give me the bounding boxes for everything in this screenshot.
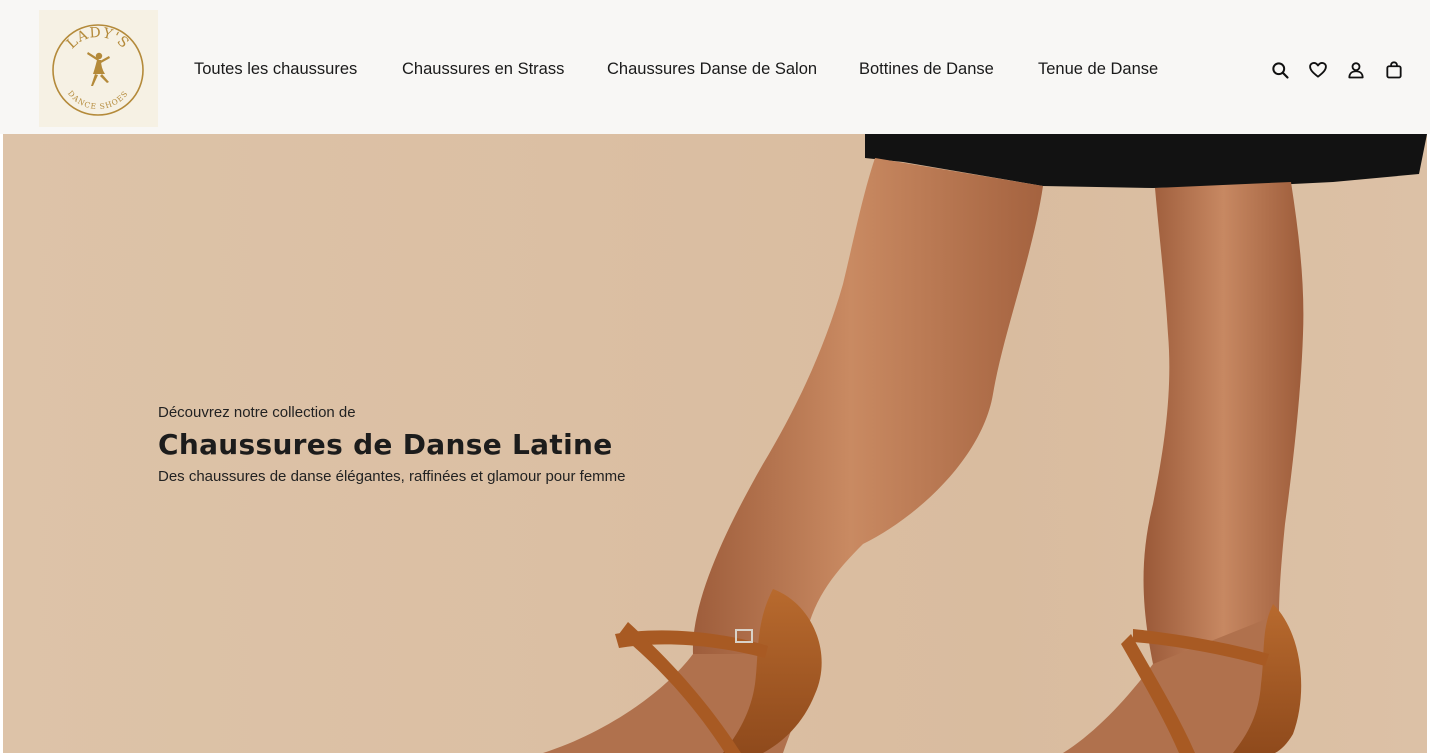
logo-text-bottom: DANCE SHOES — [66, 89, 129, 111]
nav-item-dancewear[interactable]: Tenue de Danse — [1038, 58, 1158, 80]
hero-subtitle: Des chaussures de danse élégantes, raffi… — [158, 468, 626, 485]
hero-banner: Découvrez notre collection de Chaussures… — [3, 134, 1427, 753]
hero-eyebrow: Découvrez notre collection de — [158, 404, 356, 421]
hero-title: Chaussures de Danse Latine — [158, 428, 613, 461]
hero-copy: Découvrez notre collection de Chaussures… — [158, 404, 758, 486]
header-actions — [1268, 58, 1408, 82]
nav-item-ballroom-shoes[interactable]: Chaussures Danse de Salon — [607, 58, 817, 80]
nav-item-dance-boots[interactable]: Bottines de Danse — [859, 58, 994, 80]
heart-icon[interactable] — [1306, 58, 1330, 82]
logo-text-top: LADY'S — [64, 25, 132, 52]
nav-item-rhinestone-shoes[interactable]: Chaussures en Strass — [402, 58, 564, 80]
bag-icon[interactable] — [1382, 58, 1406, 82]
brand-logo[interactable]: LADY'S DANCE SHOES — [39, 10, 158, 127]
logo-emblem: LADY'S DANCE SHOES — [52, 24, 144, 116]
site-header: LADY'S DANCE SHOES Toutes les chaussures… — [0, 0, 1430, 134]
nav-item-all-shoes[interactable]: Toutes les chaussures — [194, 58, 357, 80]
svg-text:DANCE SHOES: DANCE SHOES — [66, 89, 130, 111]
svg-text:LADY'S: LADY'S — [64, 25, 133, 52]
account-icon[interactable] — [1344, 58, 1368, 82]
search-icon[interactable] — [1268, 58, 1292, 82]
